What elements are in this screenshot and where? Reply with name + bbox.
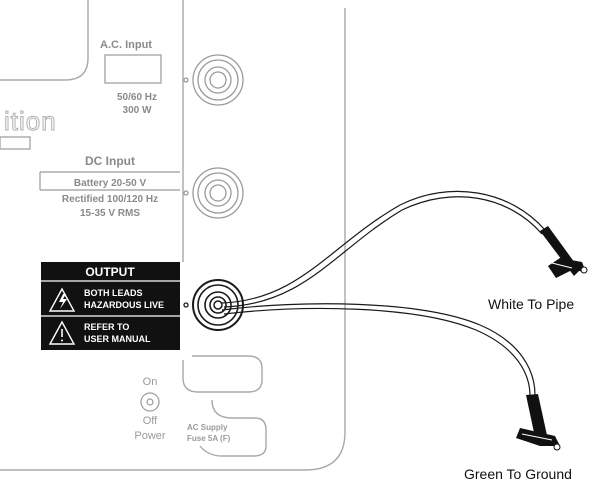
ac-jack-socket-icon[interactable] — [183, 54, 244, 106]
warning-hazardous-live: HAZARDOUS LIVE — [84, 300, 164, 310]
dc-input-title: DC Input — [85, 154, 135, 168]
fuse-ac-supply: AC Supply — [187, 423, 228, 432]
ac-input-freq: 50/60 Hz — [117, 92, 157, 103]
power-on-label: On — [143, 376, 158, 388]
dc-input-rectified: Rectified 100/120 Hz — [62, 194, 158, 205]
power-label: Power — [134, 430, 166, 442]
green-lead-label: Green To Ground — [464, 466, 572, 482]
output-plug — [213, 300, 223, 310]
warning-user-manual: USER MANUAL — [84, 334, 151, 344]
fuse-rating: Fuse 5A (F) — [187, 434, 231, 443]
green-lead-cable — [221, 303, 536, 397]
instrument-diagram: A.C. Input 50/60 Hz 300 W ition DC Input… — [0, 0, 588, 471]
fuse-group: AC Supply Fuse 5A (F) — [187, 423, 231, 443]
ac-input-title: A.C. Input — [100, 39, 152, 51]
power-group: On Off Power — [134, 376, 166, 442]
alligator-clip-icon — [540, 226, 588, 278]
dc-jack-socket-icon[interactable] — [183, 167, 244, 219]
alligator-clip-icon — [516, 394, 561, 451]
ac-input-power: 300 W — [123, 105, 152, 116]
white-lead-label: White To Pipe — [488, 296, 575, 312]
brand-text-fragment: ition — [4, 106, 57, 136]
output-title: OUTPUT — [85, 265, 135, 279]
warning-both-leads: BOTH LEADS — [84, 288, 143, 298]
ac-input-group: A.C. Input 50/60 Hz 300 W — [100, 39, 162, 116]
white-lead-cable — [221, 190, 546, 308]
dc-input-rms: 15-35 V RMS — [80, 208, 140, 219]
warning-refer-to: REFER TO — [84, 322, 129, 332]
ac-input-box — [104, 54, 162, 84]
power-off-label: Off — [143, 415, 158, 427]
dc-input-battery: Battery 20-50 V — [74, 178, 147, 189]
power-switch-icon[interactable] — [140, 392, 160, 412]
dc-input-group: DC Input Battery 20-50 V Rectified 100/1… — [39, 154, 180, 219]
output-warning-panel: OUTPUT BOTH LEADS HAZARDOUS LIVE REFER T… — [41, 262, 180, 350]
panel-outline — [0, 0, 346, 471]
